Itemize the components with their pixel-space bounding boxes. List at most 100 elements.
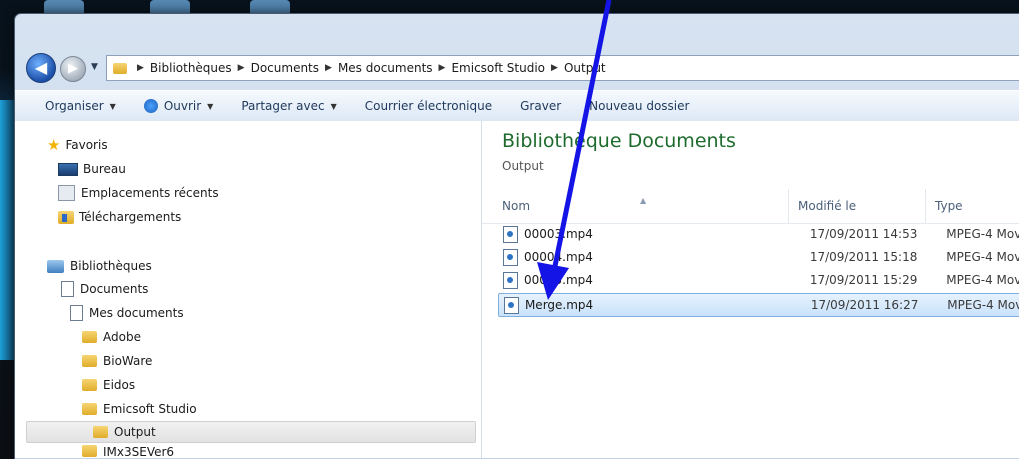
folder-icon	[93, 426, 108, 438]
address-bar[interactable]: ▶ Bibliothèques ▶ Documents ▶ Mes docume…	[106, 55, 1019, 81]
breadcrumb-bibliotheques[interactable]: Bibliothèques	[150, 61, 232, 75]
file-type: MPEG-4 Mov	[947, 298, 1019, 312]
file-row[interactable]: 00004.mp4 17/09/2011 15:18 MPEG-4 Mov	[498, 246, 1019, 268]
folder-icon	[82, 403, 97, 415]
folder-icon	[82, 379, 97, 391]
breadcrumb-documents[interactable]: Documents	[251, 61, 319, 75]
nav-item-emplacements[interactable]: Emplacements récents	[58, 182, 219, 204]
nav-item-bibliotheques[interactable]: Bibliothèques	[47, 255, 152, 277]
file-row[interactable]: 00005.mp4 17/09/2011 15:29 MPEG-4 Mov	[498, 269, 1019, 291]
nav-label: IMx3SEVer6	[103, 445, 175, 459]
graver-button[interactable]: Graver	[506, 99, 575, 113]
organiser-button[interactable]: Organiser ▼	[15, 99, 130, 113]
folder-icon	[82, 331, 97, 343]
recent-places-icon	[58, 185, 75, 201]
history-dropdown[interactable]: ▼	[91, 62, 98, 72]
file-date: 17/09/2011 16:27	[810, 298, 919, 312]
nav-label: Bureau	[83, 162, 126, 176]
nav-item-eidos[interactable]: Eidos	[82, 374, 135, 396]
video-file-icon	[503, 225, 518, 243]
library-icon	[47, 259, 64, 273]
nav-item-mes-documents[interactable]: Mes documents	[70, 302, 184, 324]
nav-label: Mes documents	[89, 306, 184, 320]
nav-item-emicsoft-studio[interactable]: Emicsoft Studio	[82, 398, 197, 420]
folder-icon	[82, 355, 97, 367]
file-date: 17/09/2011 15:18	[809, 250, 918, 264]
chevron-right-icon[interactable]: ▶	[551, 63, 558, 73]
nav-label: Output	[114, 425, 156, 439]
column-header-modified[interactable]: Modifié le	[788, 189, 926, 223]
ouvrir-label: Ouvrir	[163, 99, 202, 113]
column-header-name[interactable]: Nom	[498, 189, 789, 223]
media-player-icon	[143, 99, 158, 113]
nav-label: Emplacements récents	[81, 186, 219, 200]
file-name: Merge.mp4	[524, 298, 594, 312]
nav-item-favoris[interactable]: ★ Favoris	[47, 134, 108, 156]
nav-label: Adobe	[103, 330, 141, 344]
video-file-icon	[503, 248, 518, 266]
chevron-down-icon: ▼	[109, 101, 116, 111]
chevron-right-icon[interactable]: ▶	[325, 63, 332, 73]
library-subtitle: Output	[502, 159, 544, 173]
command-bar: Organiser ▼ Ouvrir ▼ Partager avec ▼ Courri…	[15, 90, 1019, 122]
nav-item-telechargements[interactable]: Téléchargements	[58, 206, 181, 228]
nav-label: Emicsoft Studio	[103, 402, 197, 416]
courrier-button[interactable]: Courrier électronique	[351, 99, 506, 113]
chevron-right-icon[interactable]: ▶	[137, 63, 144, 73]
navigation-pane: ★ Favoris Bureau Emplacements récents Té…	[15, 121, 482, 459]
breadcrumb-mes-documents[interactable]: Mes documents	[338, 61, 433, 75]
nav-label: Téléchargements	[79, 210, 182, 224]
nav-item-output[interactable]: Output	[26, 421, 476, 443]
nav-item-documents[interactable]: Documents	[61, 278, 148, 300]
library-title: Bibliothèque Documents	[502, 130, 736, 152]
folder-icon	[82, 445, 97, 457]
file-name: 00003.mp4	[523, 227, 593, 241]
folder-icon	[113, 62, 127, 74]
nav-item-imx[interactable]: IMx3SEVer6	[82, 445, 174, 459]
back-arrow-icon: ◀	[34, 58, 48, 77]
star-icon: ★	[47, 136, 61, 154]
column-label: Modifié le	[798, 199, 857, 213]
file-type: MPEG-4 Mov	[946, 273, 1019, 287]
breadcrumb-emicsoft-studio[interactable]: Emicsoft Studio	[451, 61, 545, 75]
column-header-type[interactable]: Type	[925, 189, 1019, 223]
chevron-down-icon: ▼	[330, 101, 337, 111]
column-label: Type	[935, 199, 963, 213]
file-name: 00005.mp4	[523, 273, 593, 287]
nav-item-adobe[interactable]: Adobe	[82, 326, 141, 348]
video-file-icon	[504, 296, 519, 314]
nav-label: Favoris	[65, 138, 108, 152]
document-icon	[61, 281, 74, 297]
breadcrumb-output[interactable]: Output	[564, 61, 606, 75]
nav-label: Eidos	[103, 378, 136, 392]
ouvrir-button[interactable]: Ouvrir ▼	[130, 99, 228, 113]
partager-button[interactable]: Partager avec ▼	[227, 99, 350, 113]
video-file-icon	[503, 271, 518, 289]
address-row	[15, 14, 1019, 56]
nav-label: Bibliothèques	[70, 259, 152, 273]
nav-label: BioWare	[103, 354, 153, 368]
forward-arrow-icon: ▶	[68, 61, 78, 76]
file-date: 17/09/2011 15:29	[809, 273, 918, 287]
desktop-icon	[58, 162, 78, 176]
file-row-selected[interactable]: Merge.mp4 17/09/2011 16:27 MPEG-4 Mov	[498, 293, 1019, 317]
file-name: 00004.mp4	[523, 250, 593, 264]
document-icon	[70, 305, 83, 321]
column-label: Nom	[502, 199, 531, 213]
organiser-label: Organiser	[45, 99, 104, 113]
file-row[interactable]: 00003.mp4 17/09/2011 14:53 MPEG-4 Mov	[498, 223, 1019, 245]
nav-item-bioware[interactable]: BioWare	[82, 350, 152, 372]
file-date: 17/09/2011 14:53	[809, 227, 918, 241]
nav-label: Documents	[80, 282, 149, 296]
back-button[interactable]: ◀	[26, 53, 56, 83]
partager-label: Partager avec	[241, 99, 325, 113]
nouveau-dossier-button[interactable]: Nouveau dossier	[575, 99, 703, 113]
chevron-down-icon: ▼	[207, 101, 214, 111]
file-type: MPEG-4 Mov	[946, 250, 1019, 264]
download-folder-icon	[58, 210, 74, 224]
content-pane: Bibliothèque Documents Output ▲ Nom Modi…	[482, 121, 1019, 458]
chevron-right-icon[interactable]: ▶	[439, 63, 446, 73]
chevron-right-icon[interactable]: ▶	[238, 63, 245, 73]
forward-button[interactable]: ▶	[60, 56, 86, 82]
nav-item-bureau[interactable]: Bureau	[58, 158, 126, 180]
